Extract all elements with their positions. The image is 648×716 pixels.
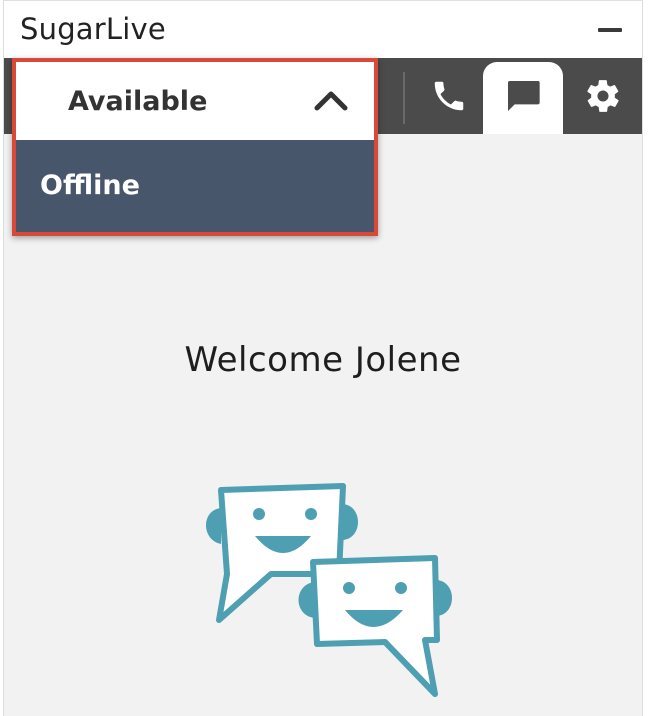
title-bar: SugarLive <box>4 0 642 59</box>
chevron-up-icon <box>314 91 348 111</box>
chatting-robots-icon <box>206 483 452 697</box>
toolbar-divider <box>403 72 405 124</box>
minimize-icon[interactable] <box>598 28 622 32</box>
phone-icon <box>434 81 464 111</box>
chat-agents-illustration <box>199 478 459 704</box>
chat-icon <box>508 81 540 111</box>
status-dropdown: Available Offline <box>12 58 378 236</box>
gear-icon <box>587 80 619 112</box>
status-current-label: Available <box>68 86 208 117</box>
window-title: SugarLive <box>20 12 166 46</box>
phone-tab[interactable] <box>409 58 489 134</box>
welcome-message: Welcome Jolene <box>184 340 462 380</box>
settings-tab[interactable] <box>563 58 643 134</box>
status-option-offline[interactable]: Offline <box>16 140 374 232</box>
chat-tab[interactable] <box>483 58 563 134</box>
status-option-label: Offline <box>40 170 140 201</box>
status-select[interactable]: Available <box>16 62 374 140</box>
